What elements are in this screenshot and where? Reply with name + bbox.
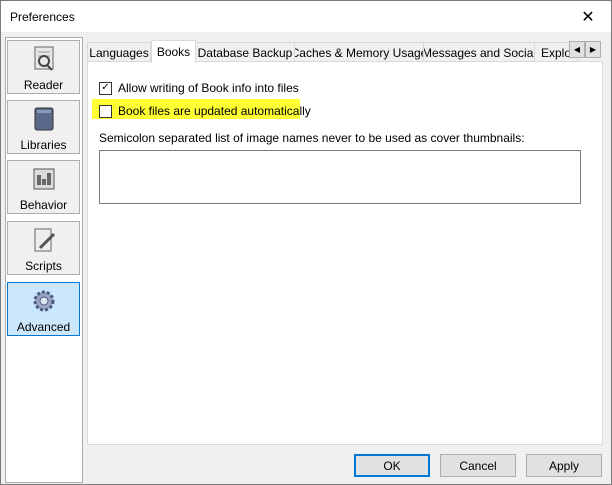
tab-scroll-right-button[interactable]: ▶ [585, 41, 601, 58]
sidebar-item-behavior[interactable]: Behavior [7, 160, 80, 214]
checkmark-icon: ✓ [101, 82, 110, 93]
tab-label: Database Backup [197, 45, 293, 60]
ok-button[interactable]: OK [354, 454, 430, 477]
sidebar-item-advanced[interactable]: Advanced [7, 282, 80, 336]
allow-writing-checkbox-row[interactable]: ✓ Allow writing of Book info into files [99, 81, 299, 95]
category-sidebar: Reader Libraries Behavior Scripts Advanc… [5, 37, 83, 483]
tab-label: Languages [89, 45, 149, 60]
preferences-dialog: Preferences ✕ Reader Libraries Behavior … [0, 0, 612, 485]
tab-label: Caches & Memory Usage [294, 45, 424, 60]
allow-writing-label: Allow writing of Book info into files [118, 81, 299, 95]
window-title: Preferences [10, 10, 75, 24]
arrow-left-icon: ◀ [573, 45, 581, 54]
tab-strip: Languages Books Database Backup Caches &… [87, 40, 603, 63]
sidebar-item-scripts[interactable]: Scripts [7, 221, 80, 275]
auto-update-checkbox[interactable] [99, 104, 112, 118]
tab-label: Messages and Social [423, 45, 535, 60]
sidebar-item-label: Scripts [25, 259, 62, 273]
arrow-right-icon: ▶ [589, 45, 597, 54]
behavior-icon [33, 168, 55, 190]
apply-button[interactable]: Apply [526, 454, 602, 477]
scripts-icon [34, 228, 56, 252]
tab-books[interactable]: Books [151, 40, 196, 63]
tab-label: Books [156, 45, 191, 59]
tab-scroll-left-button[interactable]: ◀ [569, 41, 585, 58]
close-button[interactable]: ✕ [565, 1, 611, 32]
exclusion-list-input[interactable] [99, 150, 581, 204]
sidebar-item-reader[interactable]: Reader [7, 40, 80, 94]
tab-messages-and-social[interactable]: Messages and Social [423, 42, 535, 62]
sidebar-item-label: Advanced [16, 320, 71, 334]
tab-database-backup[interactable]: Database Backup [195, 42, 295, 62]
close-icon: ✕ [581, 8, 595, 26]
exclusion-list-label: Semicolon separated list of image names … [99, 131, 525, 145]
libraries-icon [34, 107, 54, 131]
cancel-button[interactable]: Cancel [440, 454, 516, 477]
title-bar: Preferences ✕ [1, 1, 611, 32]
tab-caches-memory-usage[interactable]: Caches & Memory Usage [294, 42, 424, 62]
tab-label: Explo [541, 45, 572, 60]
advanced-gear-icon [33, 290, 55, 312]
tab-scroll-arrows: ◀ ▶ [569, 41, 601, 58]
allow-writing-checkbox[interactable]: ✓ [99, 81, 112, 95]
tab-languages[interactable]: Languages [87, 42, 151, 62]
reader-icon [34, 46, 54, 71]
sidebar-item-label: Libraries [20, 138, 67, 152]
sidebar-item-label: Behavior [19, 198, 68, 212]
auto-update-checkbox-row[interactable]: Book files are updated automatically [99, 104, 311, 118]
sidebar-item-libraries[interactable]: Libraries [7, 100, 80, 154]
auto-update-label: Book files are updated automatically [118, 104, 311, 118]
sidebar-item-label: Reader [23, 78, 64, 92]
